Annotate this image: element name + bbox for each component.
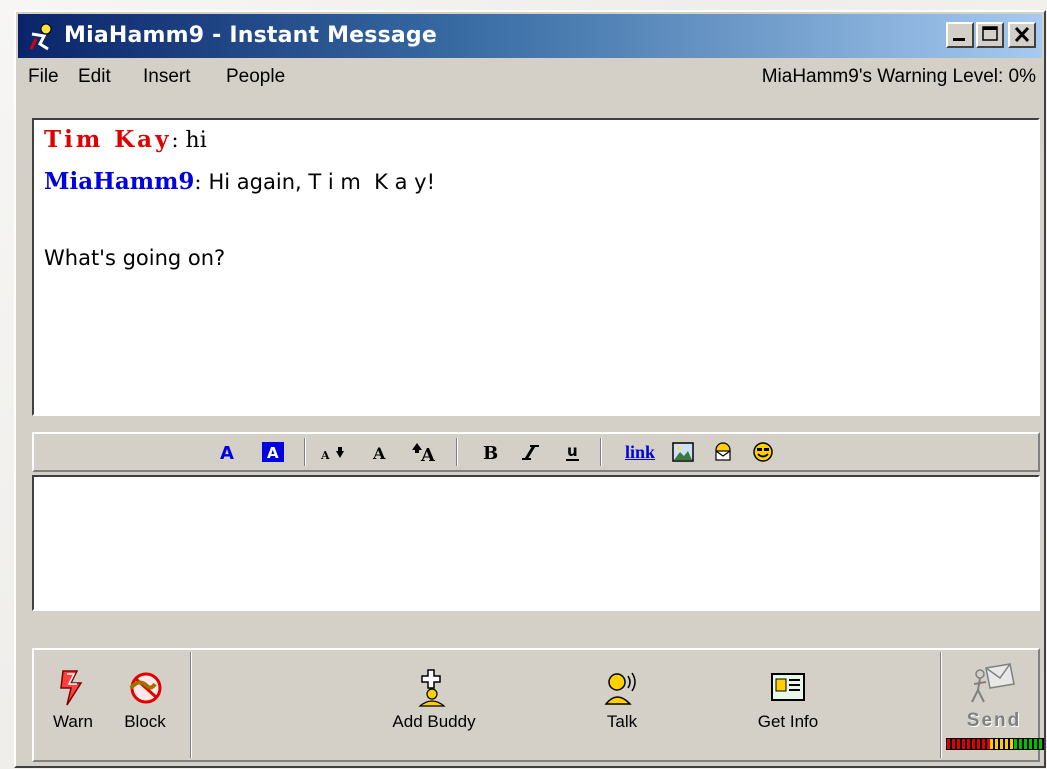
normal-font-size-button[interactable]: A xyxy=(368,439,394,465)
separator: : xyxy=(194,170,202,194)
background-color-button[interactable]: A xyxy=(260,439,286,465)
add-buddy-button[interactable]: Add Buddy xyxy=(384,668,484,732)
add-buddy-icon xyxy=(418,669,446,707)
bold-button[interactable]: B xyxy=(476,439,502,465)
italic-button[interactable] xyxy=(518,439,544,465)
send-mail-button[interactable] xyxy=(710,439,736,465)
sender-screen-name[interactable]: MiaHamm9 xyxy=(44,168,194,195)
send-mail-icon xyxy=(715,442,731,461)
toolbar-separator xyxy=(940,652,942,758)
svg-text:A: A xyxy=(420,445,436,464)
close-icon xyxy=(1014,26,1030,43)
decrease-font-size-button[interactable]: A xyxy=(318,439,352,465)
message-text: What's going on? xyxy=(44,246,226,270)
send-rate-meter xyxy=(946,738,1044,750)
action-toolbar: Warn Block Add Buddy Talk Get Info Send xyxy=(32,648,1044,762)
toolbar-separator xyxy=(600,438,602,466)
menu-file[interactable]: File xyxy=(28,66,59,88)
conversation-log[interactable]: Tim Kay: hi MiaHamm9: Hi again, T i m K … xyxy=(32,118,1040,416)
message-line: What's going on? xyxy=(44,246,225,271)
text-color-icon: A xyxy=(220,443,234,463)
title-bar[interactable]: MiaHamm9 - Instant Message xyxy=(18,14,1042,58)
maximize-icon xyxy=(982,26,998,41)
close-button[interactable] xyxy=(1008,22,1036,48)
toolbar-separator xyxy=(190,652,192,758)
svg-text:A: A xyxy=(320,449,330,462)
svg-text:A: A xyxy=(267,444,279,462)
smiley-button[interactable] xyxy=(750,439,776,465)
minimize-button[interactable] xyxy=(946,22,974,48)
talk-button[interactable]: Talk xyxy=(592,668,652,732)
talk-icon xyxy=(604,672,636,705)
smiley-icon xyxy=(753,442,773,462)
menu-edit[interactable]: Edit xyxy=(78,66,111,88)
underline-icon: u xyxy=(566,442,579,461)
block-icon xyxy=(129,672,162,704)
sender-screen-name[interactable]: Tim Kay xyxy=(44,126,171,153)
warn-button[interactable]: Warn xyxy=(48,668,98,732)
block-button[interactable]: Block xyxy=(118,668,172,732)
svg-text:A: A xyxy=(372,444,386,463)
underline-button[interactable]: u xyxy=(560,439,586,465)
svg-text:A: A xyxy=(220,443,234,463)
separator: : xyxy=(171,128,179,152)
message-text: hi xyxy=(185,128,207,153)
decrease-font-size-icon: A xyxy=(320,447,344,462)
message-line: Tim Kay: hi xyxy=(44,126,207,153)
warning-level-text: MiaHamm9's Warning Level: 0% xyxy=(761,66,1036,87)
get-info-icon xyxy=(771,673,805,701)
send-icon xyxy=(971,663,1015,703)
italic-icon xyxy=(522,445,539,460)
aim-running-man-icon xyxy=(29,23,52,51)
toolbar-separator xyxy=(456,438,458,466)
svg-text:u: u xyxy=(567,442,578,460)
link-icon: link xyxy=(624,441,656,462)
get-info-button[interactable]: Get Info xyxy=(748,668,828,732)
formatting-toolbar: A A A A A B u link xyxy=(32,432,1040,472)
window-title: MiaHamm9 - Instant Message xyxy=(64,23,438,48)
message-text: Hi again, T i m K a y! xyxy=(208,170,436,194)
warn-lightning-icon xyxy=(60,670,83,706)
maximize-button[interactable] xyxy=(976,22,1004,48)
toolbar-separator xyxy=(304,438,306,466)
insert-picture-button[interactable] xyxy=(670,439,696,465)
svg-text:B: B xyxy=(483,443,498,463)
menu-insert[interactable]: Insert xyxy=(143,66,191,88)
normal-font-size-icon: A xyxy=(372,444,386,463)
message-line: MiaHamm9: Hi again, T i m K a y! xyxy=(44,168,435,195)
bold-icon: B xyxy=(483,443,498,463)
increase-font-size-icon: A xyxy=(412,443,436,464)
increase-font-size-button[interactable]: A xyxy=(408,439,442,465)
insert-link-button[interactable]: link xyxy=(618,439,662,465)
text-color-button[interactable]: A xyxy=(214,439,240,465)
send-button[interactable]: Send xyxy=(946,662,1044,750)
message-compose-input[interactable] xyxy=(32,475,1040,611)
background-color-icon: A xyxy=(262,442,284,462)
menu-people[interactable]: People xyxy=(226,66,285,88)
menu-bar: File Edit Insert People MiaHamm9's Warni… xyxy=(18,60,1042,96)
instant-message-window: MiaHamm9 - Instant Message File Edit Ins… xyxy=(14,10,1046,768)
insert-picture-icon xyxy=(672,442,694,462)
minimize-icon xyxy=(953,38,965,41)
